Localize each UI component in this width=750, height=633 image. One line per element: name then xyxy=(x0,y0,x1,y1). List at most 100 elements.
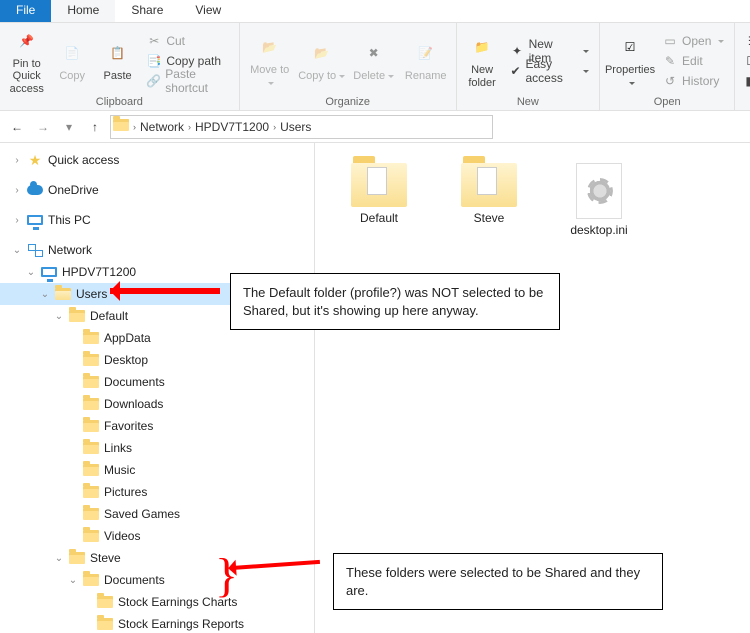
tree-steve-documents[interactable]: ⌄Documents xyxy=(0,569,314,591)
edit-button[interactable]: ✎Edit xyxy=(658,51,728,71)
content-item[interactable]: desktop.ini xyxy=(559,163,639,237)
open-button[interactable]: ▭Open xyxy=(658,31,728,51)
folder-icon xyxy=(83,330,99,346)
properties-button[interactable]: ☑ Properties xyxy=(606,31,654,88)
shortcut-icon: 🔗 xyxy=(146,73,161,89)
content-pane[interactable]: DefaultStevedesktop.ini The Default fold… xyxy=(315,143,750,633)
item-label: Default xyxy=(360,211,398,225)
annotation-textbox: The Default folder (profile?) was NOT se… xyxy=(230,273,560,330)
group-label: Organize xyxy=(246,96,450,108)
move-icon: 📂 xyxy=(256,33,284,61)
folder-icon xyxy=(351,163,407,207)
scissors-icon: ✂ xyxy=(146,33,162,49)
content-item[interactable]: Default xyxy=(339,163,419,237)
easy-access-button[interactable]: ✔Easy access xyxy=(505,61,593,81)
monitor-icon xyxy=(41,264,57,280)
paste-icon: 📋 xyxy=(104,39,132,67)
group-label: New xyxy=(463,96,593,108)
folder-icon xyxy=(83,418,99,434)
nav-forward-button[interactable]: → xyxy=(32,116,54,138)
copy-button[interactable]: 📄 Copy xyxy=(51,37,92,82)
tree-item[interactable]: Favorites xyxy=(0,415,314,437)
address-bar[interactable]: › Network › HPDV7T1200 › Users xyxy=(110,115,493,139)
pin-to-quick-access-button[interactable]: 📌 Pin to Quick access xyxy=(6,25,47,94)
folder-icon xyxy=(461,163,517,207)
folder-icon xyxy=(97,616,113,632)
new-folder-button[interactable]: 📁 New folder xyxy=(463,31,502,88)
nav-recent-button[interactable]: ▾ xyxy=(58,116,80,138)
invert-selection-button[interactable]: ◧Invert selection xyxy=(741,71,750,91)
folder-icon xyxy=(83,484,99,500)
tree-item[interactable]: AppData xyxy=(0,327,314,349)
rename-icon: 📝 xyxy=(412,39,440,67)
breadcrumb-segment[interactable]: HPDV7T1200 xyxy=(195,120,269,134)
tree-item[interactable]: Documents xyxy=(0,371,314,393)
edit-icon: ✎ xyxy=(662,53,678,69)
paste-button[interactable]: 📋 Paste xyxy=(97,37,138,82)
folder-icon xyxy=(83,440,99,456)
copy-to-button[interactable]: 📂 Copy to xyxy=(298,37,346,82)
rename-button[interactable]: 📝 Rename xyxy=(402,37,450,82)
folder-icon xyxy=(69,308,85,324)
tree-item[interactable]: Videos xyxy=(0,525,314,547)
cut-button[interactable]: ✂Cut xyxy=(142,31,232,51)
tab-share[interactable]: Share xyxy=(115,0,179,22)
tree-onedrive[interactable]: ›OneDrive xyxy=(0,179,314,201)
tree-item[interactable]: Stock Earnings Reports xyxy=(0,613,314,633)
open-icon: ▭ xyxy=(662,33,678,49)
folder-icon xyxy=(83,374,99,390)
paste-shortcut-button[interactable]: 🔗Paste shortcut xyxy=(142,71,232,91)
properties-icon: ☑ xyxy=(616,33,644,61)
history-button[interactable]: ↺History xyxy=(658,71,728,91)
tree-item[interactable]: Music xyxy=(0,459,314,481)
folder-icon xyxy=(83,396,99,412)
tree-item[interactable]: Downloads xyxy=(0,393,314,415)
tree-item[interactable]: Desktop xyxy=(0,349,314,371)
copy-to-icon: 📂 xyxy=(308,39,336,67)
tree-item[interactable]: Saved Games xyxy=(0,503,314,525)
ribbon: 📌 Pin to Quick access 📄 Copy 📋 Paste ✂Cu… xyxy=(0,23,750,111)
move-to-button[interactable]: 📂 Move to xyxy=(246,31,294,88)
copy-path-icon: 📑 xyxy=(146,53,162,69)
address-bar-row: ← → ▾ ↑ › Network › HPDV7T1200 › Users xyxy=(0,111,750,143)
folder-icon xyxy=(83,528,99,544)
ribbon-tabs: File Home Share View xyxy=(0,0,750,23)
nav-back-button[interactable]: ← xyxy=(6,116,28,138)
tree-item[interactable]: Pictures xyxy=(0,481,314,503)
network-icon xyxy=(27,242,43,258)
select-all-icon: ☰ xyxy=(745,33,750,49)
tree-item[interactable]: Links xyxy=(0,437,314,459)
chevron-right-icon: › xyxy=(133,122,136,132)
select-none-button[interactable]: ☐Select none xyxy=(741,51,750,71)
tab-home[interactable]: Home xyxy=(51,0,115,22)
folder-icon xyxy=(83,462,99,478)
group-label: Select xyxy=(741,96,750,108)
invert-icon: ◧ xyxy=(745,73,750,89)
item-label: Steve xyxy=(474,211,505,225)
tree-network[interactable]: ⌄Network xyxy=(0,239,314,261)
select-none-icon: ☐ xyxy=(745,53,750,69)
tab-file[interactable]: File xyxy=(0,0,51,22)
delete-icon: ✖ xyxy=(360,39,388,67)
delete-button[interactable]: ✖ Delete xyxy=(350,37,398,82)
tab-view[interactable]: View xyxy=(179,0,237,22)
cloud-icon xyxy=(27,182,43,198)
monitor-icon xyxy=(27,212,43,228)
folder-icon xyxy=(83,572,99,588)
folder-icon xyxy=(55,286,71,302)
tree-quick-access[interactable]: ›★Quick access xyxy=(0,149,314,171)
group-label: Open xyxy=(606,96,728,108)
chevron-right-icon: › xyxy=(273,122,276,132)
history-icon: ↺ xyxy=(662,73,678,89)
breadcrumb-segment[interactable]: Network xyxy=(140,120,184,134)
nav-up-button[interactable]: ↑ xyxy=(84,116,106,138)
select-all-button[interactable]: ☰Select all xyxy=(741,31,750,51)
annotation-arrow xyxy=(110,288,220,294)
tree-this-pc[interactable]: ›This PC xyxy=(0,209,314,231)
content-item[interactable]: Steve xyxy=(449,163,529,237)
breadcrumb-segment[interactable]: Users xyxy=(280,120,311,134)
tree-item[interactable]: Stock Earnings Charts xyxy=(0,591,314,613)
easy-access-icon: ✔ xyxy=(509,63,521,79)
new-folder-icon: 📁 xyxy=(468,33,496,61)
explorer-body: ›★Quick access ›OneDrive ›This PC ⌄Netwo… xyxy=(0,143,750,633)
